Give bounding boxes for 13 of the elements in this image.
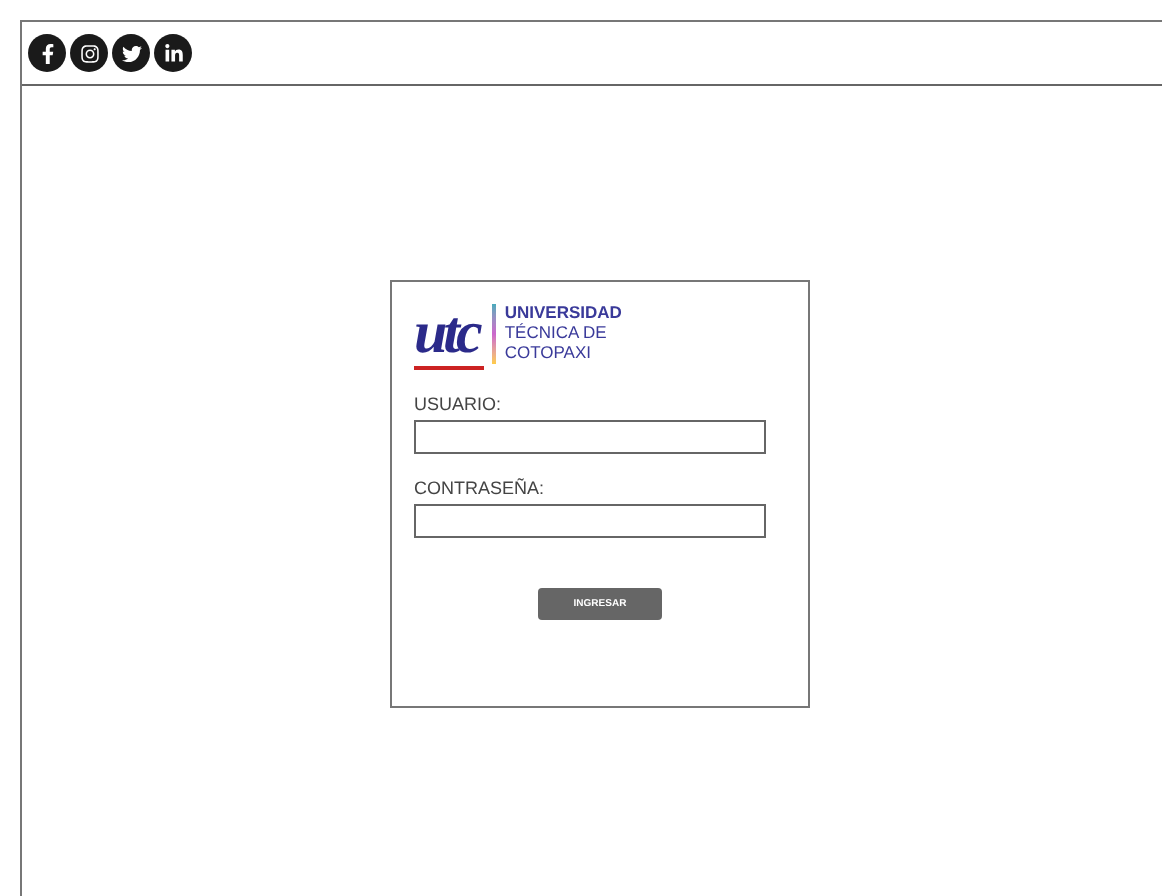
input-field[interactable]	[414, 420, 766, 454]
logo-text: UNIVERSIDAD	[504, 302, 622, 322]
logo-text: COTOPAXI	[504, 342, 593, 362]
linkedin-icon[interactable]	[154, 34, 192, 72]
logo-text: TÉCNICA DE	[504, 322, 609, 342]
instagram-icon[interactable]	[70, 34, 108, 72]
input-field[interactable]	[414, 504, 766, 538]
field-label: CONTRASEÑA:	[414, 476, 547, 500]
field-label: USUARIO:	[414, 392, 504, 416]
twitter-icon[interactable]	[112, 34, 150, 72]
logo-divider	[492, 304, 497, 364]
facebook-icon[interactable]	[28, 34, 66, 72]
logo-mark: utc	[414, 302, 485, 370]
